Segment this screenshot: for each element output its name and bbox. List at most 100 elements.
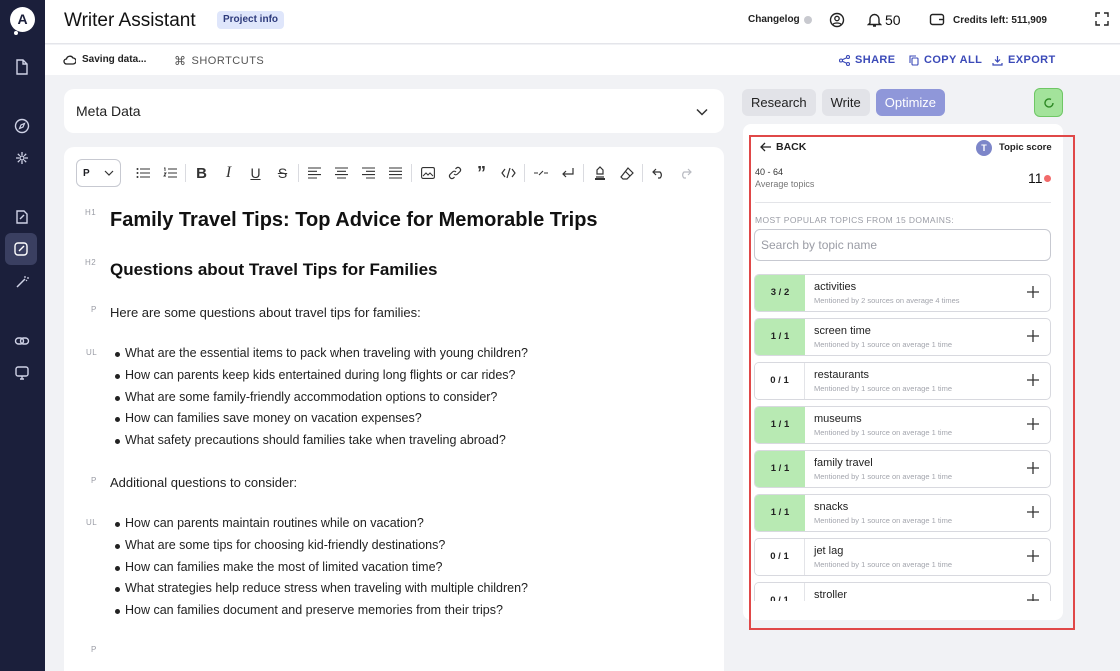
block-type-value: P [83, 167, 90, 179]
toolbar-divider [411, 164, 412, 182]
saving-text: Saving data... [82, 54, 147, 65]
underline-icon[interactable]: U [242, 160, 269, 186]
list-item[interactable]: How can families save money on vacation … [112, 408, 528, 430]
tab-write[interactable]: Write [821, 89, 870, 116]
align-justify-icon[interactable] [382, 160, 409, 186]
image-icon[interactable] [414, 160, 441, 186]
list-item[interactable]: What are the essential items to pack whe… [112, 343, 528, 365]
horizontal-rule-icon[interactable] [527, 160, 554, 186]
copy-all-button[interactable]: COPY ALL [909, 54, 982, 66]
eraser-icon[interactable] [613, 160, 640, 186]
saving-status: Saving data... [63, 54, 146, 65]
list-item[interactable]: How can families make the most of limite… [112, 557, 528, 579]
chevron-down-icon[interactable] [696, 103, 708, 121]
export-label: EXPORT [1008, 54, 1056, 66]
italic-icon[interactable]: I [215, 160, 242, 186]
highlight-icon[interactable] [586, 160, 613, 186]
line-break-icon[interactable] [554, 160, 581, 186]
article-h1[interactable]: Family Travel Tips: Top Advice for Memor… [110, 209, 598, 232]
project-info-button[interactable]: Project info [217, 11, 285, 29]
download-icon [992, 55, 1003, 66]
focus-highlight-box [749, 135, 1075, 630]
toolbar-divider [298, 164, 299, 182]
compass-icon[interactable] [9, 113, 35, 139]
writer-icon[interactable] [5, 233, 37, 265]
app-title: Writer Assistant [64, 10, 196, 31]
document-icon[interactable] [9, 54, 35, 80]
monitor-icon[interactable] [9, 360, 35, 386]
copy-all-label: COPY ALL [924, 54, 983, 66]
block-tag-ul: UL [86, 348, 98, 357]
export-button[interactable]: EXPORT [992, 54, 1056, 66]
block-tag-h1: H1 [85, 208, 97, 217]
edit-doc-icon[interactable] [9, 204, 35, 230]
refresh-button[interactable] [1034, 88, 1063, 117]
copy-icon [909, 54, 919, 66]
align-center-icon[interactable] [328, 160, 355, 186]
strikethrough-icon[interactable]: S [269, 160, 296, 186]
fullscreen-icon[interactable] [1095, 12, 1109, 31]
meta-data-panel[interactable]: Meta Data [64, 89, 724, 133]
block-tag-ul: UL [86, 518, 98, 527]
block-tag-p: P [91, 476, 97, 485]
link-icon[interactable] [9, 328, 35, 354]
shortcuts-button[interactable]: ⌘ SHORTCUTS [174, 54, 264, 68]
formatting-toolbar: P B I U S ” [76, 159, 699, 187]
question-list-1[interactable]: What are the essential items to pack whe… [112, 343, 528, 452]
share-label: SHARE [855, 54, 896, 66]
notification-count: 50 [885, 12, 901, 28]
magic-wand-icon[interactable] [9, 269, 35, 295]
share-button[interactable]: SHARE [839, 54, 896, 66]
article-h2[interactable]: Questions about Travel Tips for Families [110, 260, 438, 280]
list-item[interactable]: What are some family-friendly accommodat… [112, 387, 528, 409]
paragraph-additional[interactable]: Additional questions to consider: [110, 475, 297, 490]
bell-icon[interactable] [866, 12, 883, 33]
question-list-2[interactable]: How can parents maintain routines while … [112, 513, 528, 622]
list-item[interactable]: What safety precautions should families … [112, 430, 528, 452]
list-item[interactable]: What are some tips for choosing kid-frie… [112, 535, 528, 557]
meta-data-title: Meta Data [76, 103, 141, 119]
align-left-icon[interactable] [301, 160, 328, 186]
block-tag-p: P [91, 645, 97, 654]
bullet-list-icon[interactable] [129, 160, 156, 186]
assistant-tabs: Research Write Optimize [742, 89, 946, 116]
quote-icon[interactable]: ” [468, 160, 495, 186]
numbered-list-icon[interactable] [156, 160, 183, 186]
list-item[interactable]: How can parents maintain routines while … [112, 513, 528, 535]
toolbar-divider [524, 164, 525, 182]
block-tag-p: P [91, 305, 97, 314]
toolbar-divider [583, 164, 584, 182]
list-item[interactable]: How can families document and preserve m… [112, 600, 528, 622]
app-logo[interactable]: A [10, 7, 35, 35]
tab-research[interactable]: Research [742, 89, 816, 116]
align-right-icon[interactable] [355, 160, 382, 186]
bold-icon[interactable]: B [188, 160, 215, 186]
tab-optimize[interactable]: Optimize [875, 89, 946, 116]
paragraph-intro[interactable]: Here are some questions about travel tip… [110, 305, 421, 320]
changelog-status-dot [804, 16, 812, 24]
link-icon[interactable] [441, 160, 468, 186]
block-tag-h2: H2 [85, 258, 97, 267]
wallet-icon [929, 12, 945, 32]
shortcuts-label: SHORTCUTS [191, 55, 265, 67]
changelog-link[interactable]: Changelog [748, 14, 800, 25]
code-icon[interactable] [495, 160, 522, 186]
top-bar: Writer Assistant Project info Changelog … [45, 0, 1120, 44]
command-icon: ⌘ [174, 54, 187, 68]
editor-panel: P B I U S ” H1 Family Travel Tips: Top A… [64, 147, 724, 671]
list-item[interactable]: What strategies help reduce stress when … [112, 578, 528, 600]
user-icon[interactable] [829, 12, 845, 33]
settings-flower-icon[interactable] [9, 145, 35, 171]
toolbar-divider [185, 164, 186, 182]
list-item[interactable]: How can parents keep kids entertained du… [112, 365, 528, 387]
chevron-down-icon [104, 170, 114, 176]
toolbar-divider [642, 164, 643, 182]
block-type-select[interactable]: P [76, 159, 121, 187]
share-icon [839, 54, 850, 66]
redo-icon[interactable] [672, 160, 699, 186]
refresh-icon [1043, 97, 1054, 108]
secondary-toolbar: Saving data... ⌘ SHORTCUTS SHARE COPY AL… [45, 45, 1120, 75]
cloud-icon [63, 55, 76, 65]
credits-left: Credits left: 511,909 [953, 15, 1047, 26]
undo-icon[interactable] [645, 160, 672, 186]
